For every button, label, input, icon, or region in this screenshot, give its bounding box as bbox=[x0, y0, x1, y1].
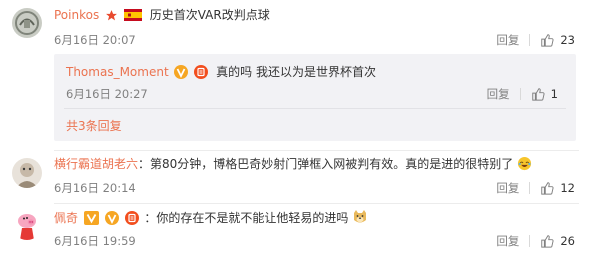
comment-actions: 回复 26 bbox=[496, 233, 575, 249]
comment-text: 第80分钟，博格巴奇妙射门弹框入网被判有效。真的是进的很特别了 bbox=[150, 157, 514, 171]
comment-item: Poinkos 历史首次VAR改判点球 6月16日 20:07 回复 23 Th… bbox=[0, 0, 589, 150]
timestamp: 6月16日 20:07 bbox=[54, 33, 136, 47]
comment-line: 佩奇 ：你的存在不是就不能让他轻易的进吗 bbox=[54, 209, 368, 229]
reply-text: 真的吗 我还以为是世界杯首次 bbox=[216, 65, 376, 79]
like-count: 1 bbox=[550, 87, 558, 101]
doge-emoji-icon bbox=[352, 209, 368, 229]
comment-item: 横行霸道胡老六：第80分钟，博格巴奇妙射门弹框入网被判有效。真的是进的很特别了 … bbox=[0, 151, 589, 203]
like-count: 26 bbox=[560, 234, 575, 248]
username-link[interactable]: 横行霸道胡老六 bbox=[54, 157, 138, 171]
timestamp: 6月16日 19:59 bbox=[54, 234, 136, 248]
username-link[interactable]: Poinkos bbox=[54, 8, 99, 22]
comment-line: 横行霸道胡老六：第80分钟，博格巴奇妙射门弹框入网被判有效。真的是进的很特别了 bbox=[54, 156, 532, 175]
divider bbox=[529, 182, 531, 194]
username-link[interactable]: Thomas_Moment bbox=[66, 65, 169, 79]
vip-badge-icon bbox=[83, 211, 99, 229]
reply-line: Thomas_Moment 真的吗 我还以为是世界杯首次 bbox=[66, 64, 376, 80]
timestamp: 6月16日 20:14 bbox=[54, 181, 136, 195]
reply-thread: Thomas_Moment 真的吗 我还以为是世界杯首次 6月16日 20:27… bbox=[54, 54, 576, 141]
avatar[interactable] bbox=[12, 210, 42, 240]
avatar[interactable] bbox=[12, 158, 42, 188]
like-button[interactable]: 26 bbox=[540, 234, 575, 248]
laughing-emoji-icon bbox=[517, 156, 532, 175]
red-star-icon bbox=[105, 9, 118, 26]
thumbs-up-icon bbox=[541, 34, 554, 47]
comment-text: 历史首次VAR改判点球 bbox=[149, 8, 270, 22]
comment-item: 佩奇 ：你的存在不是就不能让他轻易的进吗 6月16日 19:59 回复 26 bbox=[0, 204, 589, 254]
divider bbox=[64, 108, 566, 109]
like-count: 23 bbox=[560, 33, 575, 47]
vip-badge-icon bbox=[174, 65, 189, 79]
reply-actions: 回复 1 bbox=[487, 86, 558, 102]
thumbs-up-icon bbox=[541, 182, 554, 195]
divider bbox=[519, 88, 521, 100]
timestamp: 6月16日 20:27 bbox=[66, 87, 148, 101]
like-button[interactable]: 12 bbox=[540, 181, 575, 195]
vip-badge-icon bbox=[104, 211, 119, 225]
thumbs-up-icon bbox=[541, 235, 554, 248]
like-count: 12 bbox=[560, 181, 575, 195]
comment-text: 你的存在不是就不能让他轻易的进吗 bbox=[156, 211, 349, 225]
divider bbox=[529, 235, 531, 247]
more-replies-link[interactable]: 共3条回复 bbox=[66, 119, 122, 133]
like-button[interactable]: 23 bbox=[540, 33, 575, 47]
spain-flag-icon bbox=[123, 9, 142, 25]
comment-actions: 回复 12 bbox=[496, 180, 575, 196]
divider bbox=[529, 34, 531, 46]
avatar[interactable] bbox=[12, 8, 42, 38]
fan-badge-icon bbox=[194, 65, 209, 79]
reply-button[interactable]: 回复 bbox=[496, 180, 519, 196]
reply-button[interactable]: 回复 bbox=[496, 32, 519, 48]
comment-actions: 回复 23 bbox=[496, 32, 575, 48]
username-link[interactable]: 佩奇 bbox=[54, 211, 78, 225]
comment-line: Poinkos 历史首次VAR改判点球 bbox=[54, 7, 270, 26]
reply-button[interactable]: 回复 bbox=[496, 233, 519, 249]
reply-button[interactable]: 回复 bbox=[487, 86, 510, 102]
like-button[interactable]: 1 bbox=[531, 87, 558, 101]
fan-badge-icon bbox=[124, 211, 139, 225]
thumbs-up-icon bbox=[531, 88, 545, 101]
